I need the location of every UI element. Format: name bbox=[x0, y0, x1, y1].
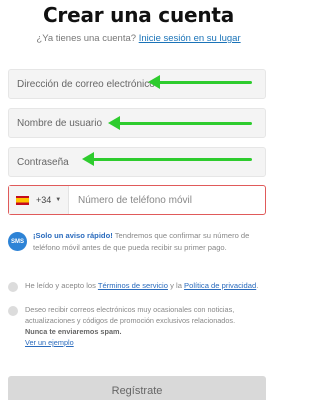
password-placeholder: Contraseña bbox=[17, 156, 69, 168]
annotation-arrow-icon bbox=[148, 75, 252, 89]
marketing-text: Deseo recibir correos electrónicos muy o… bbox=[25, 305, 236, 325]
login-prompt: ¿Ya tienes una cuenta? Inicie sesión en … bbox=[0, 33, 277, 44]
terms-prefix: He leído y acepto los bbox=[25, 281, 96, 290]
terms-checkbox[interactable] bbox=[8, 282, 18, 292]
example-link[interactable]: Ver un ejemplo bbox=[25, 338, 74, 347]
terms-suffix: . bbox=[256, 281, 259, 290]
terms-label: He leído y acepto los Términos de servic… bbox=[25, 281, 273, 290]
login-link[interactable]: Inicie sesión en su lugar bbox=[139, 33, 241, 44]
spain-flag-icon bbox=[16, 195, 29, 205]
country-code-select[interactable]: +34 ▼ bbox=[9, 186, 69, 214]
phone-number-input[interactable]: Número de teléfono móvil bbox=[69, 186, 265, 214]
sms-notice-lead: ¡Solo un aviso rápido! bbox=[33, 231, 113, 240]
annotation-arrow-icon bbox=[108, 116, 252, 130]
terms-and: y la bbox=[170, 281, 182, 290]
sms-notice: ¡Solo un aviso rápido! Tendremos que con… bbox=[33, 230, 269, 254]
marketing-checkbox[interactable] bbox=[8, 306, 18, 316]
annotation-arrow-icon bbox=[82, 152, 252, 166]
marketing-label: Deseo recibir correos electrónicos muy o… bbox=[25, 304, 273, 348]
username-placeholder: Nombre de usuario bbox=[17, 117, 103, 129]
dial-code: +34 bbox=[36, 195, 52, 205]
phone-field: +34 ▼ Número de teléfono móvil bbox=[8, 185, 266, 215]
sms-icon: SMS bbox=[8, 232, 27, 251]
no-spam-note: Nunca te enviaremos spam. bbox=[25, 327, 122, 336]
terms-of-service-link[interactable]: Términos de servicio bbox=[98, 281, 168, 290]
page-title: Crear una cuenta bbox=[42, 3, 235, 27]
register-button[interactable]: Regístrate bbox=[8, 376, 266, 400]
phone-placeholder: Número de teléfono móvil bbox=[78, 194, 192, 206]
has-account-text: ¿Ya tienes una cuenta? bbox=[36, 33, 137, 44]
chevron-down-icon: ▼ bbox=[55, 197, 62, 203]
privacy-policy-link[interactable]: Política de privacidad bbox=[184, 281, 256, 290]
email-placeholder: Dirección de correo electrónico bbox=[17, 78, 155, 90]
